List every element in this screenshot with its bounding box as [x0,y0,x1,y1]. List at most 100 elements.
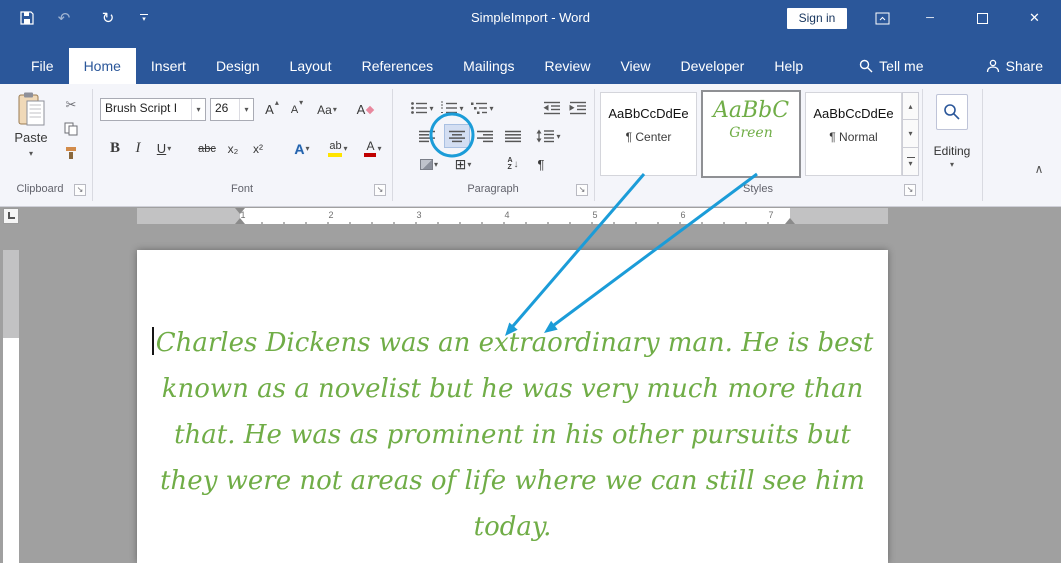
underline-button[interactable]: U ▾ [150,136,178,161]
caret-down-icon: ▾ [299,98,304,107]
tab-insert[interactable]: Insert [136,48,201,84]
bold-button[interactable]: B [104,136,126,161]
align-left-icon [419,130,435,142]
superscript-button[interactable]: x² [246,136,270,161]
borders-button[interactable]: ⊞ ▾ [448,152,478,176]
styles-scroll-down-button[interactable]: ▾ [902,120,919,148]
numbering-button[interactable]: ▾ [438,96,466,120]
chevron-down-icon: ▾ [556,131,561,141]
right-indent-marker[interactable] [785,218,795,224]
tab-layout[interactable]: Layout [275,48,347,84]
clipboard-dialog-launcher[interactable]: ↘ [74,184,86,196]
numbering-icon [441,101,458,114]
grow-font-button[interactable]: A ▴ [260,98,284,121]
ribbon: Paste ▾ ✂ Clipboard ↘ Brush Script I ▾ 2… [0,84,1061,207]
undo-button[interactable]: ↶ [52,0,76,36]
document-page[interactable]: Charles Dickens was an extraordinary man… [137,250,888,563]
tab-review[interactable]: Review [530,48,606,84]
pilcrow-icon: ¶ [537,156,545,172]
tell-me-button[interactable]: Tell me [844,48,938,84]
editing-find-button[interactable] [936,94,968,130]
save-button[interactable] [14,0,40,36]
increase-indent-button[interactable] [566,96,590,120]
copy-button[interactable] [58,118,84,140]
subscript-button[interactable]: x₂ [222,136,244,161]
tab-mailings[interactable]: Mailings [448,48,529,84]
vertical-ruler-text-area [3,338,19,563]
italic-button[interactable]: I [128,136,148,161]
format-painter-button[interactable] [58,142,84,164]
tab-developer[interactable]: Developer [666,48,760,84]
show-hide-formatting-button[interactable]: ¶ [530,152,552,176]
maximize-icon [976,12,988,24]
sort-button[interactable]: AZ ↓ [500,152,526,176]
vertical-ruler[interactable] [3,250,19,563]
collapse-ribbon-button[interactable]: ∧ [1028,160,1050,178]
styles-scroll-up-button[interactable]: ▴ [902,92,919,120]
horizontal-ruler[interactable]: 1 2 3 4 5 6 7 [137,208,888,224]
font-name-value: Brush Script I [105,101,178,115]
font-dialog-launcher[interactable]: ↘ [374,184,386,196]
style-card-green[interactable]: AaBbC Green [701,90,801,178]
document-text[interactable]: Charles Dickens was an extraordinary man… [137,250,888,550]
tab-view[interactable]: View [605,48,665,84]
ruler-number: 2 [328,210,334,220]
paragraph-dialog-launcher[interactable]: ↘ [576,184,588,196]
ribbon-display-options-button[interactable] [868,0,896,36]
bullets-icon [411,102,428,114]
bullets-button[interactable]: ▾ [408,96,436,120]
line-spacing-button[interactable]: ▾ [532,124,564,148]
tab-stop-icon [8,212,15,219]
styles-more-button[interactable]: ▾ [902,148,919,176]
minimize-button[interactable]: ─ [904,0,956,36]
customize-quick-access-button[interactable]: ▾ [134,0,154,36]
justify-button[interactable] [500,124,526,148]
tab-home[interactable]: Home [68,48,136,84]
tab-design[interactable]: Design [201,48,275,84]
sign-in-button[interactable]: Sign in [787,8,847,29]
strikethrough-button[interactable]: abc [192,136,222,161]
text-effects-button[interactable]: A ▾ [288,136,316,161]
paste-button[interactable]: Paste ▾ [8,92,54,190]
styles-dialog-launcher[interactable]: ↘ [904,184,916,196]
shrink-font-button[interactable]: A ▾ [286,98,308,121]
redo-button[interactable]: ↻ [96,0,120,36]
font-name-combobox[interactable]: Brush Script I ▾ [100,98,206,121]
chevron-down-icon: ▾ [459,103,464,113]
window-title: SimpleImport - Word [471,10,590,25]
align-left-button[interactable] [414,124,440,148]
align-center-button[interactable] [444,124,470,148]
tab-file[interactable]: File [16,48,69,84]
editing-expand-caret[interactable]: ▾ [922,160,982,169]
style-card-center[interactable]: AaBbCcDdEe ¶ Center [600,92,697,176]
tab-stop-selector[interactable] [3,208,19,224]
share-button[interactable]: Share [986,48,1043,84]
multilevel-list-button[interactable]: ▾ [468,96,496,120]
tab-references[interactable]: References [347,48,449,84]
ruler-number: 3 [416,210,422,220]
font-size-combobox[interactable]: 26 ▾ [210,98,254,121]
maximize-button[interactable] [956,0,1008,36]
editing-group-button[interactable]: Editing [922,144,982,158]
paste-label: Paste [14,130,48,145]
text-highlight-button[interactable]: ab ▾ [322,136,354,161]
style-card-normal[interactable]: AaBbCcDdEe ¶ Normal [805,92,902,176]
dialog-launcher-icon: ↘ [578,185,586,194]
chevron-down-icon: ▾ [332,105,337,114]
shading-button[interactable]: ▾ [414,152,444,176]
first-line-indent-marker[interactable] [235,208,245,214]
font-color-button[interactable]: A ▾ [358,136,388,161]
hanging-indent-marker[interactable] [235,218,245,224]
minimize-icon: ─ [926,12,934,24]
clear-formatting-button[interactable]: A [352,98,378,121]
align-right-button[interactable] [472,124,498,148]
style-name: Green [729,125,773,141]
change-case-button[interactable]: Aa ▾ [312,98,342,121]
decrease-indent-button[interactable] [540,96,564,120]
subscript-icon: x₂ [227,141,239,156]
close-button[interactable]: ✕ [1008,0,1061,36]
text-line: known as a novelist but he was very much… [161,374,864,404]
cut-button[interactable]: ✂ [58,94,84,116]
tab-help[interactable]: Help [759,48,818,84]
eraser-icon [366,105,375,114]
